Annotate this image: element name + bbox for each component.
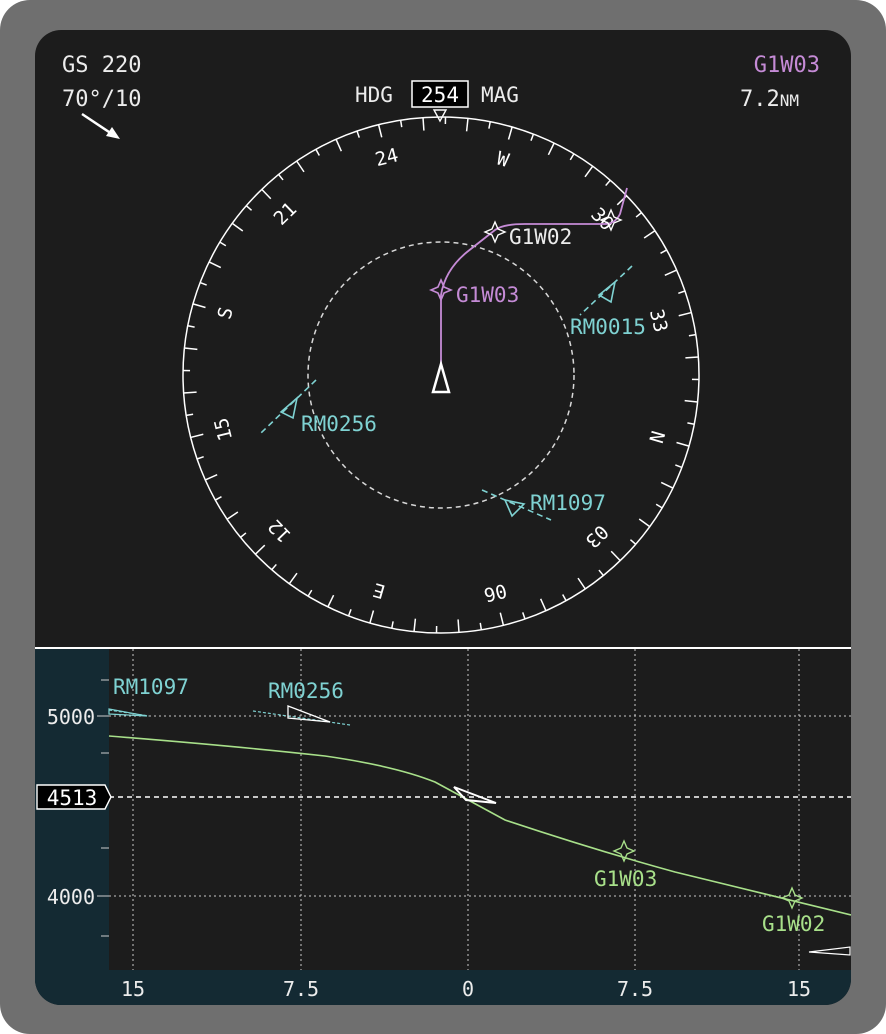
traffic-arrow-icon xyxy=(287,705,331,723)
distance-tick-label: 15 xyxy=(787,977,811,1001)
current-altitude-value: 4513 xyxy=(47,786,98,810)
vertical-profile xyxy=(108,735,851,916)
vsd-traffic-rm1097[interactable]: RM1097 xyxy=(108,675,189,717)
vsd-waypoint-g1w03[interactable]: G1W03 xyxy=(594,839,657,891)
traffic-label: RM1097 xyxy=(113,675,189,699)
display-bezel: GS 220 70°/10 HDG 254 MAG G1W03 7.2NM 24… xyxy=(0,0,886,1034)
distance-scale xyxy=(35,970,851,1005)
vsd-traffic-rm0256[interactable]: RM0256 xyxy=(252,679,351,726)
traffic-arrow-icon xyxy=(108,708,148,717)
vsd-grid xyxy=(109,649,851,970)
waypoint-label: G1W02 xyxy=(762,912,825,936)
ownship-profile-icon xyxy=(453,786,497,804)
traffic-arrow-icon xyxy=(808,946,851,956)
traffic-label: RM0256 xyxy=(268,679,344,703)
vertical-situation-display: 5000 4000 4513 15 7.5 0 7.5 15 RM1097 RM… xyxy=(35,647,851,1005)
distance-tick-label: 7.5 xyxy=(617,977,653,1001)
altitude-tick-label: 5000 xyxy=(47,705,95,729)
distance-tick-label: 15 xyxy=(121,977,145,1001)
display-screen: GS 220 70°/10 HDG 254 MAG G1W03 7.2NM 24… xyxy=(35,30,851,1005)
distance-tick-label: 7.5 xyxy=(283,977,319,1001)
distance-tick-label: 0 xyxy=(462,977,474,1001)
altitude-tick-label: 4000 xyxy=(47,885,95,909)
waypoint-label: G1W03 xyxy=(594,867,657,891)
altitude-scale xyxy=(35,649,109,1005)
